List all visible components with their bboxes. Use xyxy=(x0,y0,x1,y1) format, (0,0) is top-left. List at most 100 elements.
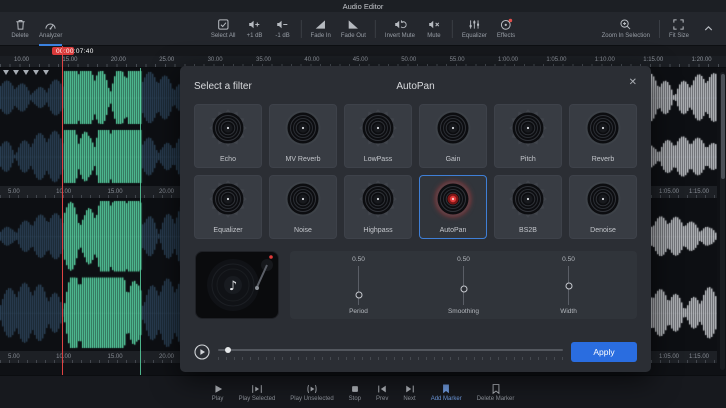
stop-icon xyxy=(349,383,361,395)
slider-knob[interactable] xyxy=(460,286,467,293)
toolbar-button-zoom-in-selection[interactable]: Zoom In Selection xyxy=(597,12,655,46)
filter-tile-highpass[interactable]: Highpass xyxy=(344,175,412,239)
toolbar-button-1-db[interactable]: +1 dB xyxy=(241,12,269,46)
timeline-tick-label: 1:05.00 xyxy=(659,354,679,360)
toolbar-button-equalizer[interactable]: Equalizer xyxy=(457,12,492,46)
collapse-toolbar-button[interactable] xyxy=(694,12,722,46)
filter-tile-denoise[interactable]: Denoise xyxy=(569,175,637,239)
track-2-ruler-right[interactable]: 1:05.001:15.00 xyxy=(651,351,717,363)
timeline-marker-icon[interactable] xyxy=(13,70,19,75)
slider-track[interactable] xyxy=(358,266,359,305)
track-1-ruler[interactable]: 5.0010.0015.0020.00 xyxy=(0,186,182,198)
timeline-tick-label: 50.00 xyxy=(401,57,416,63)
filter-name: Gain xyxy=(446,156,461,163)
toolbar-button-label: Select All xyxy=(211,33,236,39)
slider-value: 0.50 xyxy=(562,256,575,263)
add-marker-icon xyxy=(440,383,452,395)
audio-editor-window: Audio Editor Delete Analyzer Select All +1… xyxy=(0,0,726,408)
transport-play-selected[interactable]: Play Selected xyxy=(235,381,280,404)
timeline-marker-icon[interactable] xyxy=(33,70,39,75)
scrollbar-thumb[interactable] xyxy=(721,74,725,179)
timeline-tick-label: 1:20.00 xyxy=(692,57,712,63)
filter-tile-echo[interactable]: Echo xyxy=(194,104,262,168)
transport-play-unselected[interactable]: Play Unselected xyxy=(286,381,337,404)
toolbar-left-group: Delete Analyzer xyxy=(6,12,67,45)
progress-track[interactable] xyxy=(218,349,563,351)
volume-up-icon xyxy=(248,18,261,31)
vinyl-record-icon xyxy=(206,107,250,149)
toolbar-button-mute[interactable]: Mute xyxy=(420,12,448,46)
filter-tile-equalizer[interactable]: Equalizer xyxy=(194,175,262,239)
titlebar: Audio Editor xyxy=(0,0,726,12)
waveform-track-2-right[interactable] xyxy=(651,198,717,351)
timeline-tick-label: 1:05.00 xyxy=(659,189,679,195)
zoom-in-selection-icon xyxy=(619,18,632,31)
track-1-ruler-right[interactable]: 1:05.001:15.00 xyxy=(651,186,717,198)
progress-thumb[interactable] xyxy=(225,347,231,353)
filter-tile-pitch[interactable]: Pitch xyxy=(494,104,562,168)
timeline-tick-label: 5.00 xyxy=(8,189,20,195)
analyzer-icon xyxy=(44,18,57,31)
filter-tile-bs2b[interactable]: BS2B xyxy=(494,175,562,239)
delete-marker-icon xyxy=(490,383,502,395)
toolbar-button-fade-out[interactable]: Fade Out xyxy=(336,12,371,46)
playhead-line[interactable] xyxy=(62,46,63,375)
transport-button-label: Play Selected xyxy=(239,396,276,402)
toolbar-right-group: Zoom In Selection Fit Size xyxy=(597,12,722,45)
vinyl-record-icon xyxy=(431,178,475,220)
slider-knob[interactable] xyxy=(355,291,362,298)
filter-tile-autopan[interactable]: AutoPan xyxy=(419,175,487,239)
transport-button-label: Stop xyxy=(349,396,361,402)
transport-next[interactable]: Next xyxy=(399,381,419,404)
timeline-tick-label: 20.00 xyxy=(111,57,126,63)
slider-track[interactable] xyxy=(463,266,464,305)
fade-out-icon xyxy=(347,18,360,31)
timeline-tick-label: 1:00.00 xyxy=(498,57,518,63)
turntable-graphic: ♪ xyxy=(194,251,280,319)
filter-name: Equalizer xyxy=(213,227,242,234)
toolbar-button-fit-size[interactable]: Fit Size xyxy=(664,12,694,46)
toolbar-center-group: Select All +1 dB-1 dB Fade InFade Out Inver… xyxy=(206,12,520,45)
timeline-marker-icon[interactable] xyxy=(43,70,49,75)
toolbar-button-fade-in[interactable]: Fade In xyxy=(306,12,336,46)
toolbar-button-select-all[interactable]: Select All xyxy=(206,12,241,46)
transport-add-marker[interactable]: Add Marker xyxy=(427,381,466,404)
slider-knob[interactable] xyxy=(565,283,572,290)
toolbar-button-effects[interactable]: Effects xyxy=(492,12,520,46)
toolbar-button-invert-mute[interactable]: Invert Mute xyxy=(380,12,420,46)
timeline-marker-icon[interactable] xyxy=(23,70,29,75)
toolbar-button-1-db[interactable]: -1 dB xyxy=(269,12,297,46)
waveform-track-1[interactable] xyxy=(0,68,182,186)
toolbar-button-analyzer[interactable]: Analyzer xyxy=(34,12,67,46)
toolbar-separator xyxy=(659,20,660,38)
equalizer-icon xyxy=(468,18,481,31)
waveform-track-1-right[interactable] xyxy=(651,68,717,186)
track-2-ruler[interactable]: 5.0010.0015.0020.00 xyxy=(0,351,182,363)
toolbar-button-label: Delete xyxy=(11,33,28,39)
apply-button[interactable]: Apply xyxy=(571,342,637,362)
transport-stop[interactable]: Stop xyxy=(345,381,365,404)
preview-player: Apply xyxy=(194,342,637,362)
filter-tile-noise[interactable]: Noise xyxy=(269,175,337,239)
toolbar-button-delete[interactable]: Delete xyxy=(6,12,34,46)
waveform-track-2[interactable] xyxy=(0,198,182,351)
filter-tile-gain[interactable]: Gain xyxy=(419,104,487,168)
preview-progress[interactable] xyxy=(218,345,563,360)
filter-name: AutoPan xyxy=(440,227,467,234)
invert-mute-icon xyxy=(393,18,406,31)
slider-track[interactable] xyxy=(568,266,569,305)
filter-tile-lowpass[interactable]: LowPass xyxy=(344,104,412,168)
vertical-scrollbar[interactable] xyxy=(720,72,725,370)
transport-delete-marker[interactable]: Delete Marker xyxy=(473,381,519,404)
filter-preview-section: ♪ 0.50Period0.50Smoothing0.50Width xyxy=(194,251,637,319)
transport-prev[interactable]: Prev xyxy=(372,381,392,404)
close-icon[interactable]: ✕ xyxy=(627,75,639,90)
toolbar-separator xyxy=(301,20,302,38)
timeline-marker-icon[interactable] xyxy=(3,70,9,75)
filter-tile-mv-reverb[interactable]: MV Reverb xyxy=(269,104,337,168)
preview-play-button[interactable] xyxy=(194,344,210,360)
transport-play[interactable]: Play xyxy=(208,381,228,404)
filter-name: BS2B xyxy=(519,227,537,234)
filter-tile-reverb[interactable]: Reverb xyxy=(569,104,637,168)
timeline-tick-label: 10.00 xyxy=(56,189,71,195)
